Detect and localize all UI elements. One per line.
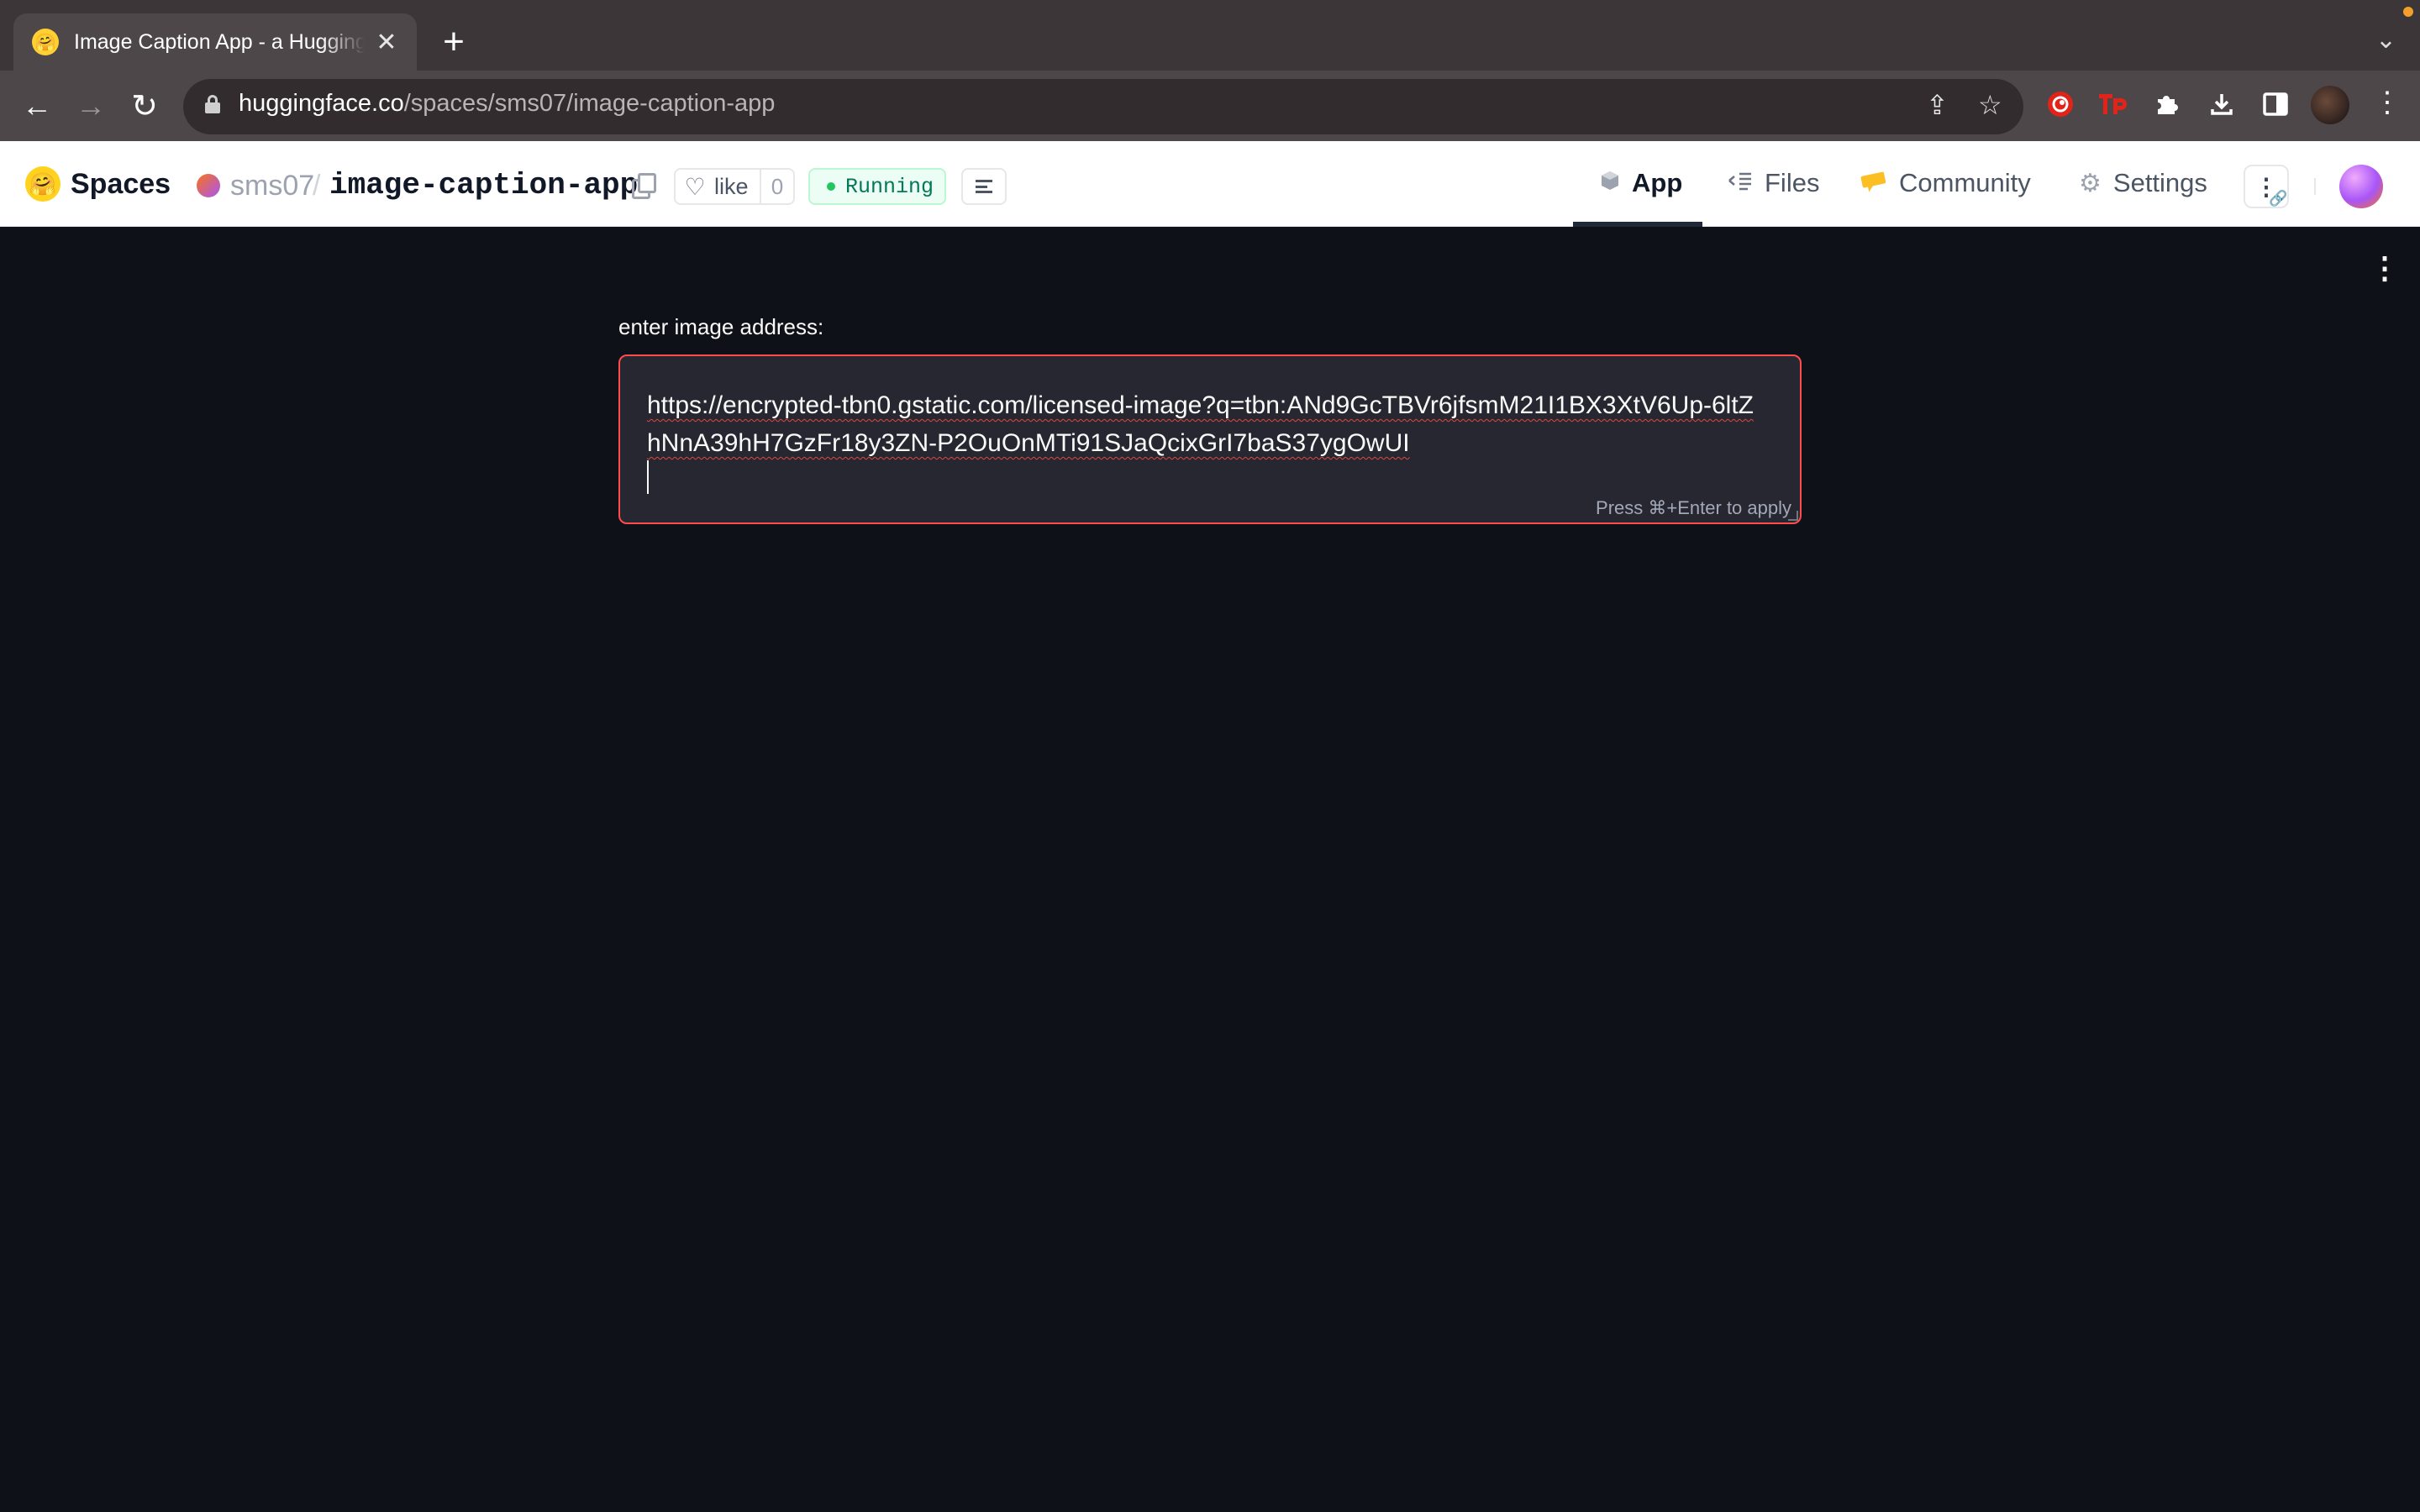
extension-icon[interactable] xyxy=(2096,87,2129,121)
hugging-face-icon: 🤗 xyxy=(32,29,59,55)
spaces-link[interactable]: Spaces xyxy=(71,168,171,201)
cube-icon xyxy=(1600,170,1620,197)
lock-icon[interactable] xyxy=(205,95,220,113)
tab-community-label: Community xyxy=(1899,168,2031,197)
image-address-textarea[interactable]: https://encrypted-tbn0.gstatic.com/licen… xyxy=(618,354,1802,524)
active-tab-indicator xyxy=(1573,222,1702,227)
input-label: enter image address: xyxy=(618,314,824,339)
url-host: huggingface.co xyxy=(239,90,404,117)
community-icon xyxy=(1860,169,1887,198)
owner-avatar[interactable] xyxy=(197,174,220,197)
hugging-face-icon[interactable]: 🤗 xyxy=(25,166,60,202)
header-divider xyxy=(2314,178,2316,195)
status-dot xyxy=(827,182,835,191)
status-badge[interactable]: Running xyxy=(808,168,946,205)
browser-tab[interactable]: 🤗 Image Caption App - a Hugging Face Spa… xyxy=(13,13,417,71)
status-text: Running xyxy=(845,174,934,199)
close-icon[interactable]: ✕ xyxy=(373,28,400,57)
extension-icon[interactable] xyxy=(2149,87,2183,121)
logs-icon xyxy=(976,180,992,193)
owner-link[interactable]: sms07 xyxy=(230,170,314,202)
user-avatar[interactable] xyxy=(2339,165,2383,208)
chevron-down-icon[interactable]: ⌄ xyxy=(2375,25,2396,55)
like-button[interactable]: ♡ like 0 xyxy=(674,168,795,205)
files-icon xyxy=(1728,171,1753,197)
browser-profile-avatar[interactable] xyxy=(2311,86,2349,124)
apply-hint: Press ⌘+Enter to apply xyxy=(1596,497,1791,518)
tab-files-label: Files xyxy=(1765,168,1820,197)
breadcrumb-separator: / xyxy=(313,170,321,202)
forward-arrow-icon[interactable]: → xyxy=(72,87,109,124)
tab-title: Image Caption App - a Hugging Face Space xyxy=(74,29,365,54)
back-arrow-icon[interactable]: ← xyxy=(18,87,55,124)
download-icon[interactable] xyxy=(2205,87,2238,121)
heart-icon: ♡ xyxy=(684,173,706,200)
gear-icon: ⚙ xyxy=(2079,169,2102,197)
recording-indicator xyxy=(2403,7,2413,17)
image-address-value[interactable]: https://encrypted-tbn0.gstatic.com/licen… xyxy=(647,386,1756,462)
repo-name[interactable]: image-caption-app xyxy=(329,168,638,202)
plus-icon[interactable]: + xyxy=(435,20,472,64)
link-icon: 🔗 xyxy=(2269,190,2288,207)
tab-settings-label: Settings xyxy=(2112,168,2207,197)
text-caret xyxy=(647,460,649,494)
tab-app[interactable]: App xyxy=(1600,168,1682,198)
like-count[interactable]: 0 xyxy=(760,170,793,203)
resize-handle[interactable] xyxy=(1788,511,1798,521)
tab-files[interactable]: Files xyxy=(1728,168,1819,198)
reload-icon[interactable]: ↻ xyxy=(126,87,163,124)
star-icon[interactable]: ☆ xyxy=(1978,89,2002,121)
more-vertical-icon[interactable]: ⋮ xyxy=(2373,86,2402,119)
extension-icon[interactable] xyxy=(2044,87,2077,121)
tab-settings[interactable]: ⚙ Settings xyxy=(2079,168,2207,198)
url-text[interactable]: huggingface.co/spaces/sms07/image-captio… xyxy=(239,90,775,118)
tab-community[interactable]: Community xyxy=(1860,168,2031,198)
url-path: /spaces/sms07/image-caption-app xyxy=(403,90,776,117)
like-label: like xyxy=(714,173,749,199)
logs-button[interactable] xyxy=(961,168,1007,205)
sidebar-icon[interactable] xyxy=(2259,87,2292,121)
app-menu-button[interactable]: ⋮ xyxy=(2370,250,2400,286)
share-icon[interactable]: ⇪ xyxy=(1926,89,1949,121)
tab-app-label: App xyxy=(1632,168,1683,197)
copy-icon[interactable] xyxy=(632,173,656,199)
